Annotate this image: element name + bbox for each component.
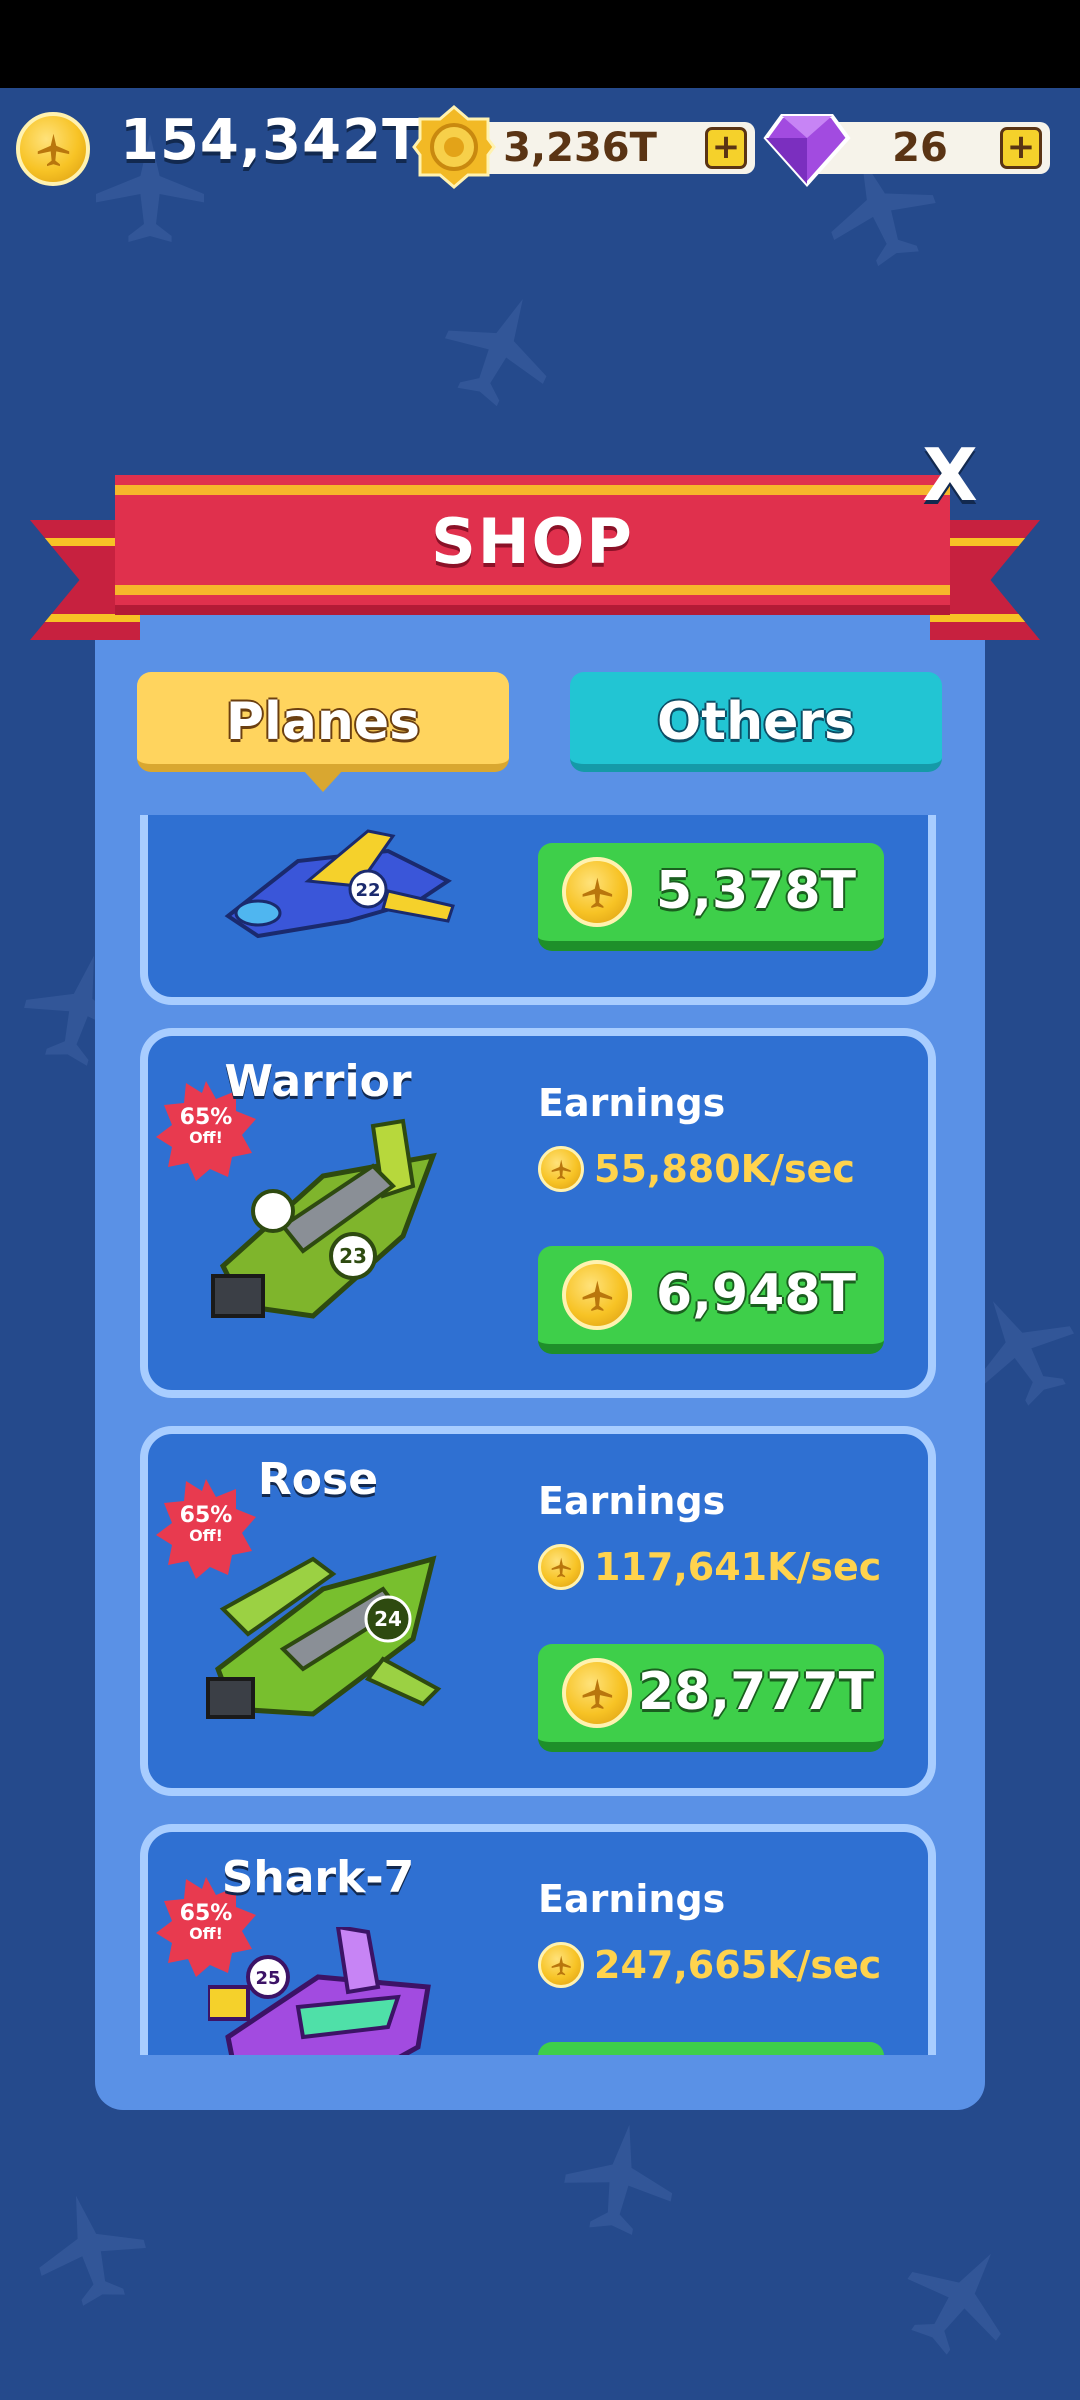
plane-23-icon: 23: [211, 1118, 437, 1319]
bg-plane-icon: [907, 2253, 1001, 2355]
gold-token-icon: [412, 105, 496, 189]
earnings-label: Earnings: [538, 1877, 726, 1921]
gold-coin-plane-icon: [562, 857, 632, 927]
price-label: 6,948T: [656, 1264, 856, 1324]
plane-list[interactable]: 22 5,378T 65% Off! Warrior 23 Earnings 55…: [137, 815, 943, 2055]
status-bar: [0, 0, 1080, 88]
plane-card-shark-7: 65% Off! Shark-7 25 Earnings 247,665K/sec: [140, 1824, 936, 2055]
gold-coin-plane-icon: [538, 1544, 584, 1590]
svg-text:25: 25: [255, 1968, 280, 1989]
bg-plane-icon: [564, 2124, 673, 2235]
add-gems-button[interactable]: +: [1000, 127, 1042, 169]
gold-coin-plane-icon: [562, 1260, 632, 1330]
plane-name: Shark-7: [221, 1852, 415, 1903]
buy-button[interactable]: 5,378T: [538, 843, 884, 951]
buy-button[interactable]: [538, 2042, 884, 2055]
earnings-rate: 117,641K/sec: [538, 1544, 881, 1590]
plane-24-icon: 24: [206, 1555, 442, 1719]
rate-value: 247,665K/sec: [594, 1943, 882, 1987]
plane-name: Rose: [257, 1454, 379, 1505]
earnings-label: Earnings: [538, 1479, 726, 1523]
gold-coin-plane-icon: [538, 1942, 584, 1988]
plane-name: Warrior: [224, 1056, 412, 1107]
gold-coin-plane-icon: [538, 1146, 584, 1192]
tab-others[interactable]: Others: [570, 672, 942, 772]
earnings-rate: 247,665K/sec: [538, 1942, 881, 1988]
bg-plane-icon: [444, 299, 547, 407]
buy-button[interactable]: 6,948T: [538, 1246, 884, 1354]
earnings-rate: 55,880K/sec: [538, 1146, 855, 1192]
price-label: 5,378T: [656, 861, 856, 921]
bg-plane-icon: [39, 2195, 146, 2306]
gold-coin-plane-icon: [562, 1658, 632, 1728]
svg-text:23: 23: [339, 1244, 367, 1268]
plane-card-rose: 65% Off! Rose 24 Earnings 117,641K/sec 28…: [140, 1426, 936, 1796]
svg-text:24: 24: [374, 1607, 402, 1631]
tab-planes[interactable]: Planes: [137, 672, 509, 792]
close-button[interactable]: X: [920, 439, 980, 511]
discount-percent: 65%: [179, 1901, 233, 1926]
price-label: 28,777T: [638, 1662, 875, 1722]
token-balance: 3,236T: [503, 125, 657, 171]
add-tokens-button[interactable]: +: [705, 127, 747, 169]
plane-25-icon: 25: [208, 1927, 431, 2055]
plane-card: 22 5,378T: [140, 815, 936, 1005]
coin-balance: 154,342T: [120, 108, 422, 173]
shop-title-banner: SHOP: [115, 475, 950, 615]
purple-gem-icon: [763, 114, 851, 188]
plane-22-icon: 22: [224, 829, 455, 939]
rate-value: 55,880K/sec: [594, 1147, 855, 1191]
rate-value: 117,641K/sec: [594, 1545, 882, 1589]
gem-balance: 26: [892, 125, 948, 171]
shop-title: SHOP: [431, 505, 634, 578]
buy-button[interactable]: 28,777T: [538, 1644, 884, 1752]
svg-text:22: 22: [355, 880, 380, 901]
gold-coin-plane-icon: [16, 112, 90, 186]
plane-card-warrior: 65% Off! Warrior 23 Earnings 55,880K/sec …: [140, 1028, 936, 1398]
earnings-label: Earnings: [538, 1081, 726, 1125]
